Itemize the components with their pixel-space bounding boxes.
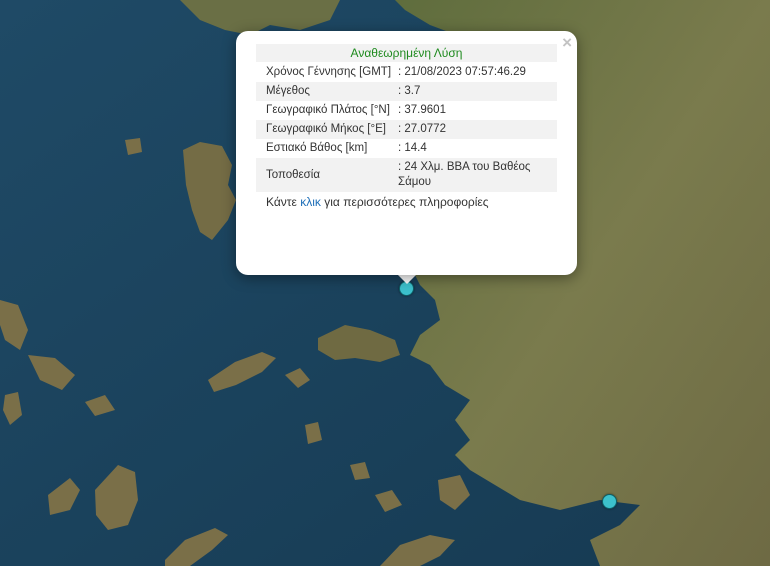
earthquake-popup: × Αναθεωρημένη Λύση Χρόνος Γέννησης [GMT… [236,31,577,275]
popup-title: Αναθεωρημένη Λύση [256,44,557,62]
label-magnitude: Μέγεθος [256,82,397,101]
row-origin-time: Χρόνος Γέννησης [GMT] : 21/08/2023 07:57… [256,63,557,82]
row-longitude: Γεωγραφικό Μήκος [°E] : 27.0772 [256,120,557,139]
value-origin-time: : 21/08/2023 07:57:46.29 [398,66,526,78]
earthquake-details-table: Χρόνος Γέννησης [GMT] : 21/08/2023 07:57… [256,63,557,192]
close-icon[interactable]: × [562,34,572,52]
earthquake-marker[interactable] [602,494,617,509]
label-longitude: Γεωγραφικό Μήκος [°E] [256,120,397,139]
label-depth: Εστιακό Βάθος [km] [266,142,368,154]
row-magnitude: Μέγεθος : 3.7 [256,82,557,101]
label-origin-time: Χρόνος Γέννησης [GMT] [266,66,392,78]
island-small-4 [125,138,142,155]
more-info: Κάντε κλικ για περισσότερες πληροφορίες [256,192,557,209]
row-latitude: Γεωγραφικό Πλάτος [°N] : 37.9601 [256,101,557,120]
label-location: Τοποθεσία [256,158,397,192]
value-longitude: : 27.0772 [397,120,557,139]
more-suffix: για περισσότερες πληροφορίες [324,195,489,209]
popup-tip [397,274,417,284]
value-latitude: : 37.9601 [398,104,446,116]
row-location: Τοποθεσία : 24 Χλμ. ΒΒΑ του Βαθέος Σάμου [256,158,557,192]
row-depth: Εστιακό Βάθος [km] : 14.4 [256,139,557,158]
more-info-link[interactable]: κλικ [300,195,321,209]
value-magnitude: : 3.7 [397,82,557,101]
label-latitude: Γεωγραφικό Πλάτος [°N] [266,104,390,116]
more-prefix: Κάντε [266,195,297,209]
value-location: : 24 Χλμ. ΒΒΑ του Βαθέος Σάμου [397,158,557,192]
value-depth: : 14.4 [398,142,427,154]
